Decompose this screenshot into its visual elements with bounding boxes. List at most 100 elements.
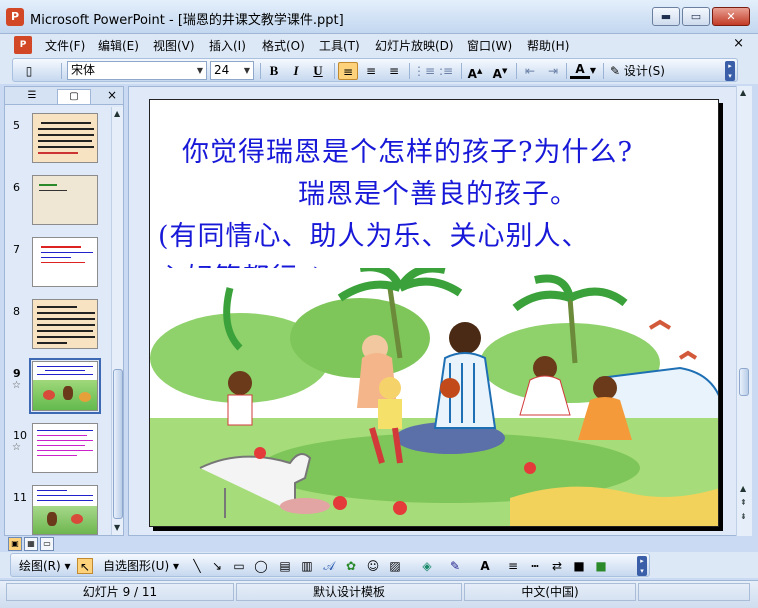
slide-thumbnail-11[interactable] bbox=[32, 485, 98, 535]
draw-label: 绘图(R) bbox=[19, 559, 61, 573]
menu-help[interactable]: 帮助(H) bbox=[527, 37, 569, 54]
line-style-icon[interactable]: ≡ bbox=[505, 558, 521, 574]
design-button[interactable]: ✎ 设计(S) bbox=[610, 62, 665, 80]
slides-pane-scrollbar[interactable]: ▲ ▼ bbox=[111, 107, 123, 535]
shadow-style-icon[interactable]: ■ bbox=[571, 558, 587, 574]
slide-thumbnail-9[interactable] bbox=[29, 358, 101, 414]
scroll-up-icon[interactable]: ▲ bbox=[740, 88, 746, 97]
thumbnail-number: 5 bbox=[13, 119, 20, 132]
menu-slideshow[interactable]: 幻灯片放映(D) bbox=[375, 37, 454, 54]
increase-indent-icon[interactable]: ⇥ bbox=[543, 62, 563, 80]
scrollbar-thumb[interactable] bbox=[113, 369, 123, 519]
numbering-icon[interactable]: ⋮≡ bbox=[413, 62, 435, 80]
3d-style-icon[interactable]: ■ bbox=[593, 558, 609, 574]
design-template-name: 默认设计模板 bbox=[236, 583, 462, 601]
autoshapes-label: 自选图形(U) bbox=[103, 559, 170, 573]
font-color-icon[interactable]: A bbox=[477, 558, 493, 574]
language-indicator: 中文(中国) bbox=[464, 583, 636, 601]
status-bar: 幻灯片 9 / 11 默认设计模板 中文(中国) bbox=[0, 580, 758, 608]
increase-font-icon[interactable]: A▲ bbox=[465, 62, 485, 81]
tab-outline[interactable]: ☰ bbox=[15, 89, 49, 104]
design-label: 设计(S) bbox=[623, 64, 665, 78]
scroll-up-icon[interactable]: ▲ bbox=[114, 109, 120, 118]
dash-style-icon[interactable]: ┅ bbox=[527, 558, 543, 574]
wordart-icon[interactable]: 𝒜 bbox=[321, 558, 337, 574]
previous-slide-icon[interactable]: ⇞ bbox=[740, 498, 747, 507]
slide-scrollbar[interactable]: ▲ ▲ ⇞ ⇟ bbox=[736, 86, 752, 536]
slide-thumbnail-6[interactable] bbox=[32, 175, 98, 225]
arrow-tool-icon[interactable]: ↘ bbox=[209, 558, 225, 574]
font-size-select[interactable]: 24 ▼ bbox=[210, 61, 254, 80]
next-slide-icon[interactable]: ⇟ bbox=[740, 512, 747, 521]
rectangle-tool-icon[interactable]: ▭ bbox=[231, 558, 247, 574]
powerpoint-app-icon[interactable]: P bbox=[6, 8, 24, 26]
bullets-icon[interactable]: :≡ bbox=[436, 62, 456, 80]
scroll-down-icon[interactable]: ▼ bbox=[114, 523, 120, 532]
diagram-icon[interactable]: ✿ bbox=[343, 558, 359, 574]
font-name-value: 宋体 bbox=[71, 63, 96, 77]
decrease-indent-icon[interactable]: ⇤ bbox=[520, 62, 540, 80]
slide-counter: 幻灯片 9 / 11 bbox=[6, 583, 234, 601]
close-button[interactable]: ✕ bbox=[712, 7, 750, 26]
underline-button[interactable]: U bbox=[308, 62, 328, 80]
slide-detail-text-1[interactable]: (有同情心、助人为乐、关心别人、 bbox=[158, 214, 590, 253]
normal-view-icon[interactable]: ▣ bbox=[8, 537, 22, 551]
toolbar-options-icon[interactable]: ▸ ▾ bbox=[725, 61, 735, 81]
menu-insert[interactable]: 插入(I) bbox=[209, 37, 246, 54]
current-slide[interactable]: 你觉得瑞恩是个怎样的孩子?为什么? 瑞恩是个善良的孩子。 (有同情心、助人为乐、… bbox=[149, 99, 719, 527]
textbox-tool-icon[interactable]: ▤ bbox=[277, 558, 293, 574]
select-cursor-icon[interactable]: ↖ bbox=[77, 558, 93, 574]
oval-tool-icon[interactable]: ◯ bbox=[253, 558, 269, 574]
drawing-toolbar: 绘图(R) ▾ ↖ 自选图形(U) ▾ ╲ ↘ ▭ ◯ ▤ ▥ 𝒜 ✿ ☺ ▨ … bbox=[0, 552, 758, 578]
scrollbar-thumb[interactable] bbox=[739, 368, 749, 396]
draw-menu-button[interactable]: 绘图(R) ▾ bbox=[19, 558, 71, 574]
menu-tools[interactable]: 工具(T) bbox=[319, 37, 360, 54]
slide-thumbnail-8[interactable] bbox=[32, 299, 98, 349]
align-left-button[interactable]: ≡ bbox=[338, 62, 358, 80]
slide-sorter-view-icon[interactable]: ▦ bbox=[24, 537, 38, 551]
pane-close-icon[interactable]: × bbox=[107, 88, 117, 102]
menu-window[interactable]: 窗口(W) bbox=[467, 37, 512, 54]
toolbar-options-icon[interactable]: ▸ ▾ bbox=[637, 556, 647, 576]
menu-file[interactable]: 文件(F) bbox=[45, 37, 85, 54]
vertical-textbox-icon[interactable]: ▥ bbox=[299, 558, 315, 574]
menu-view[interactable]: 视图(V) bbox=[153, 37, 195, 54]
minimize-button[interactable]: ▬ bbox=[652, 7, 680, 26]
slideshow-view-icon[interactable]: ▭ bbox=[40, 537, 54, 551]
new-document-icon[interactable]: ▯ bbox=[19, 62, 39, 80]
picture-icon[interactable]: ▨ bbox=[387, 558, 403, 574]
document-icon[interactable]: P bbox=[14, 36, 32, 54]
font-name-select[interactable]: 宋体 ▼ bbox=[67, 61, 207, 80]
slide-thumbnail-10[interactable] bbox=[32, 423, 98, 473]
children-illustration[interactable] bbox=[150, 268, 719, 527]
document-close-icon[interactable]: × bbox=[733, 36, 744, 51]
arrow-style-icon[interactable]: ⇄ bbox=[549, 558, 565, 574]
menu-edit[interactable]: 编辑(E) bbox=[98, 37, 139, 54]
slide-thumbnail-5[interactable] bbox=[32, 113, 98, 163]
thumbnail-number: 9 bbox=[13, 367, 21, 380]
tab-slides[interactable]: ▢ bbox=[57, 89, 91, 104]
align-right-button[interactable]: ≡ bbox=[384, 62, 404, 80]
menu-format[interactable]: 格式(O) bbox=[262, 37, 305, 54]
decrease-font-icon[interactable]: A▼ bbox=[490, 62, 510, 81]
chevron-down-icon[interactable]: ▼ bbox=[241, 62, 253, 79]
bold-button[interactable]: B bbox=[264, 62, 284, 80]
menu-bar: P 文件(F) 编辑(E) 视图(V) 插入(I) 格式(O) 工具(T) 幻灯… bbox=[0, 34, 758, 56]
animation-star-icon: ☆ bbox=[12, 380, 21, 391]
slide-answer-text[interactable]: 瑞恩是个善良的孩子。 bbox=[298, 172, 578, 211]
chevron-down-icon[interactable]: ▼ bbox=[588, 62, 598, 80]
autoshapes-button[interactable]: 自选图形(U) ▾ bbox=[103, 558, 179, 574]
thumbnail-number: 11 bbox=[13, 491, 27, 504]
slide-thumbnail-7[interactable] bbox=[32, 237, 98, 287]
maximize-button[interactable]: ▭ bbox=[682, 7, 710, 26]
chevron-down-icon[interactable]: ▼ bbox=[194, 62, 206, 79]
italic-button[interactable]: I bbox=[286, 62, 306, 80]
align-center-button[interactable]: ≡ bbox=[361, 62, 381, 80]
line-tool-icon[interactable]: ╲ bbox=[189, 558, 205, 574]
fill-color-icon[interactable]: ◈ bbox=[419, 558, 435, 574]
font-color-icon[interactable]: A bbox=[570, 62, 590, 79]
line-color-icon[interactable]: ✎ bbox=[447, 558, 463, 574]
clipart-icon[interactable]: ☺ bbox=[365, 558, 381, 574]
slide-question-text[interactable]: 你觉得瑞恩是个怎样的孩子?为什么? bbox=[182, 130, 633, 169]
scroll-up-icon[interactable]: ▲ bbox=[740, 484, 746, 493]
